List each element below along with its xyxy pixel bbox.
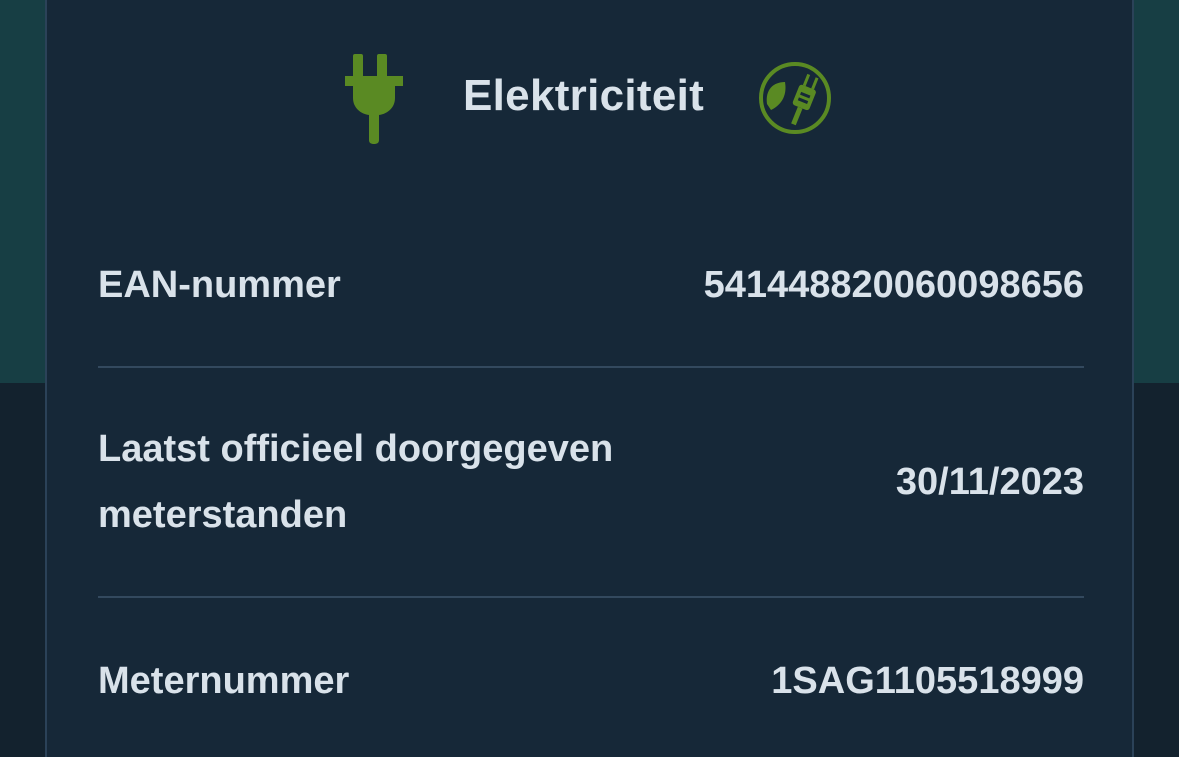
last-reading-value: 30/11/2023 <box>895 461 1084 503</box>
card-title: Elektriciteit <box>463 71 705 120</box>
meter-number-row: Meternummer 1SAG1105518999 <box>98 648 1084 714</box>
last-reading-label-line2: meterstanden <box>98 494 348 536</box>
last-reading-row: Laatst officieel doorgegeven meterstande… <box>98 416 1084 548</box>
divider <box>98 596 1084 598</box>
eco-plug-icon <box>759 62 831 134</box>
divider <box>98 366 1084 368</box>
card-header: Elektriciteit <box>47 50 1132 146</box>
meter-number-label: Meternummer <box>98 660 350 702</box>
ean-label: EAN-nummer <box>98 264 341 306</box>
ean-row: EAN-nummer 541448820060098656 <box>98 252 1084 318</box>
plug-icon <box>345 54 403 144</box>
ean-value: 541448820060098656 <box>703 264 1084 306</box>
meter-number-value: 1SAG1105518999 <box>771 660 1084 702</box>
last-reading-label-line1: Laatst officieel doorgegeven <box>98 428 614 470</box>
electricity-card: Elektriciteit EAN-nummer 541448820060098… <box>45 0 1134 757</box>
